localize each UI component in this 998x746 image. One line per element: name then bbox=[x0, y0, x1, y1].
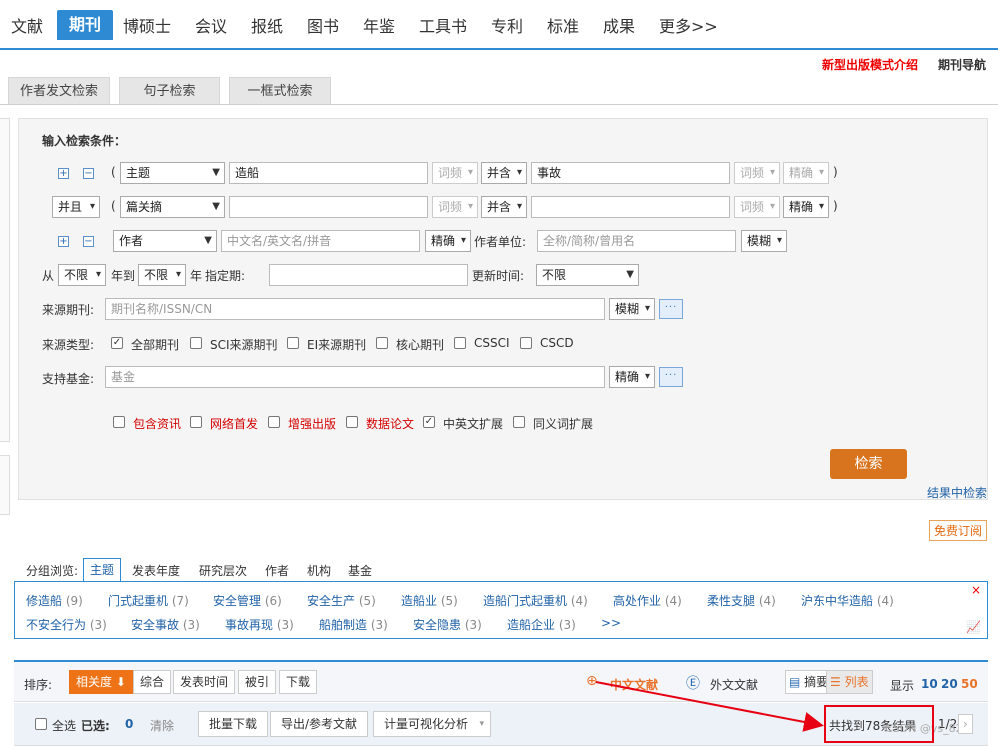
annotation-arrow-icon bbox=[595, 681, 824, 732]
